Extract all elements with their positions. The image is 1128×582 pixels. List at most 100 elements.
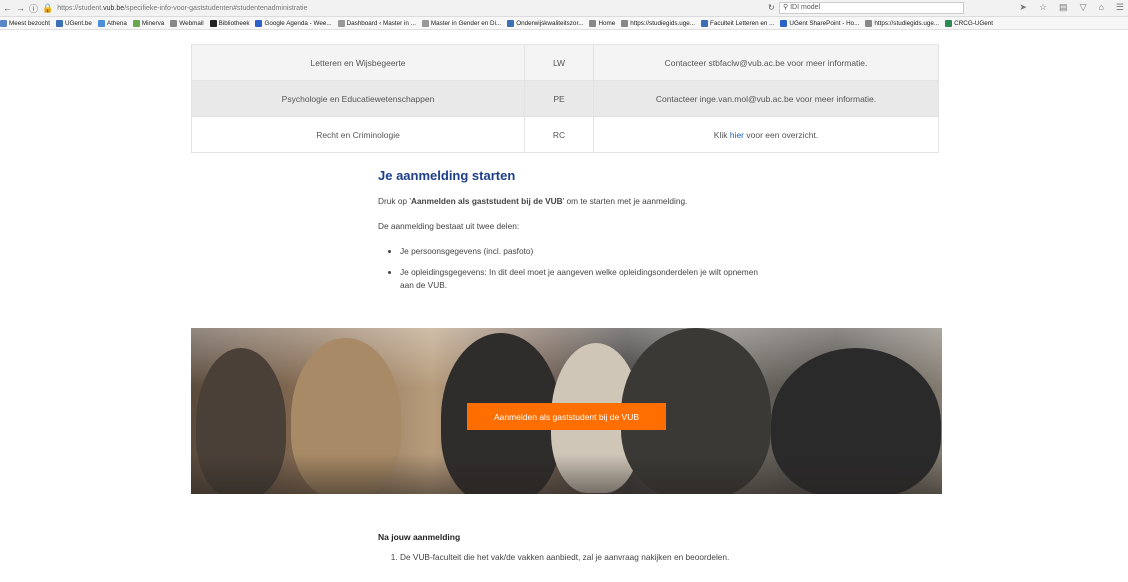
url-field[interactable]: https://student.vub.be/specifieke-info-v… (57, 5, 307, 12)
home-icon[interactable]: ⌂ (1098, 2, 1103, 13)
bookmark-item[interactable]: https://studiegids.uge... (865, 19, 940, 27)
send-icon[interactable]: ➤ (1019, 2, 1027, 13)
bookmark-label: Meest bezocht (9, 19, 50, 27)
browser-toolbar: ← → ⓘ 🔒 https://student.vub.be/specifiek… (0, 0, 1128, 17)
faculty-cell: Psychologie en Educatiewetenschappen (191, 80, 525, 117)
bookmark-item[interactable]: Onderwijskwaliteitszor... (507, 19, 584, 27)
paragraph-text: ' om te starten met je aanmelding. (562, 196, 688, 206)
forward-icon[interactable]: → (16, 3, 25, 13)
search-value: IDI model (790, 4, 821, 11)
bookmarks-bar: Meest bezocht UGent.be Athena Minerva Webmai… (0, 17, 1128, 30)
bookmark-label: https://studiegids.uge... (874, 19, 940, 27)
code-cell: RC (524, 116, 594, 153)
info-cell: Contacteer stbfaclw@vub.ac.be voor meer … (593, 44, 939, 81)
toolbar-tools: ➤ ☆ ▤ ▽ ⌂ ☰ (1019, 2, 1124, 13)
paragraph-bold: Aanmelden als gaststudent bij de VUB (410, 196, 563, 206)
bookmark-item[interactable]: Meest bezocht (0, 19, 50, 27)
table-row: Recht en Criminologie RC Klik hier voor … (191, 116, 939, 153)
bookmark-icon (97, 19, 105, 27)
url-path: /specifieke-info-voor-gaststudenten#stud… (124, 4, 308, 12)
info-text: voor een overzicht. (744, 129, 819, 140)
bookmark-icon (255, 19, 263, 27)
bookmark-label: Dashboard ‹ Master in ... (346, 19, 416, 27)
bookmark-label: Home (598, 19, 616, 27)
bookmark-star-icon[interactable]: ☆ (1039, 2, 1047, 13)
bookmark-icon (421, 19, 429, 27)
bookmark-icon (945, 19, 953, 27)
overview-link[interactable]: hier (730, 130, 744, 140)
bookmark-label: Onderwijskwaliteitszor... (516, 19, 584, 27)
start-section: Je aanmelding starten Druk op 'Aanmelden… (378, 168, 758, 300)
after-heading: Na jouw aanmelding (378, 532, 461, 542)
bookmark-label: Athena (106, 19, 127, 27)
back-icon[interactable]: ← (3, 3, 12, 13)
bookmark-icon (865, 19, 873, 27)
nav-controls: ← → ⓘ 🔒 (3, 2, 57, 15)
library-icon[interactable]: ▤ (1059, 2, 1068, 13)
search-input[interactable]: ⚲ IDI model (779, 2, 964, 14)
bookmark-label: CRCG-UGent (954, 19, 994, 27)
bookmark-item[interactable]: Google Agenda - Wee... (255, 19, 332, 27)
bookmark-icon (55, 19, 63, 27)
bookmark-icon (621, 19, 629, 27)
table-row: Psychologie en Educatiewetenschappen PE … (191, 80, 939, 117)
paragraph-text: Druk op ' (378, 196, 411, 206)
parts-paragraph: De aanmelding bestaat uit twee delen: (378, 221, 520, 231)
faculty-cell: Recht en Criminologie (191, 116, 525, 153)
table-row: Letteren en Wijsbegeerte LW Contacteer s… (191, 44, 939, 81)
bookmark-item[interactable]: UGent SharePoint - Ho... (780, 19, 860, 27)
bookmark-item[interactable]: Home (589, 19, 616, 27)
url-domain: vub.be (103, 4, 125, 12)
bookmark-item[interactable]: CRCG-UGent (945, 19, 994, 27)
bookmark-item[interactable]: UGent.be (55, 19, 92, 27)
url-prefix: https://student. (57, 4, 104, 12)
bookmark-item[interactable]: Athena (97, 19, 127, 27)
menu-icon[interactable]: ☰ (1116, 2, 1124, 13)
bookmark-label: Google Agenda - Wee... (264, 19, 332, 27)
bookmark-label: UGent SharePoint - Ho... (789, 19, 860, 27)
banner-shade (191, 454, 942, 494)
list-item: Je opleidingsgegevens: In dit deel moet … (400, 266, 758, 292)
faculty-cell: Letteren en Wijsbegeerte (191, 44, 525, 81)
bookmark-label: UGent.be (64, 19, 92, 27)
bookmark-item[interactable]: Faculteit Letteren en ... (701, 19, 775, 27)
code-cell: LW (524, 44, 594, 81)
parts-list: Je persoonsgegevens (incl. pasfoto) Je o… (378, 245, 758, 292)
reload-icon[interactable]: ↻ (768, 3, 775, 12)
info-cell: Klik hier voor een overzicht. (593, 116, 939, 153)
bookmark-item[interactable]: Webmail (170, 19, 204, 27)
bookmark-icon (0, 19, 7, 27)
faculty-table: Letteren en Wijsbegeerte LW Contacteer s… (191, 44, 939, 153)
list-item: De VUB-faculteit die het vak/de vakken a… (400, 551, 768, 563)
info-text: Klik (713, 129, 730, 140)
bookmark-icon (170, 19, 178, 27)
pocket-icon[interactable]: ▽ (1080, 2, 1087, 13)
register-guest-student-button[interactable]: Aanmelden als gaststudent bij de VUB (467, 403, 666, 430)
section-heading: Je aanmelding starten (378, 168, 516, 183)
bookmark-item[interactable]: Minerva (132, 19, 165, 27)
bookmark-icon (132, 19, 140, 27)
bookmark-icon (589, 19, 597, 27)
bookmark-icon (209, 19, 217, 27)
search-icon: ⚲ (783, 4, 789, 11)
bookmark-icon (337, 19, 345, 27)
instruction-paragraph: Druk op 'Aanmelden als gaststudent bij d… (378, 195, 758, 207)
bookmark-label: Bibliotheek (218, 19, 250, 27)
bookmark-item[interactable]: Dashboard ‹ Master in ... (337, 19, 416, 27)
bookmark-label: Webmail (179, 19, 204, 27)
bookmark-label: Master in Gender en Di... (430, 19, 502, 27)
bookmark-item[interactable]: Master in Gender en Di... (421, 19, 502, 27)
info-icon[interactable]: ⓘ (29, 2, 38, 15)
bookmark-label: Faculteit Letteren en ... (710, 19, 775, 27)
bookmark-icon (507, 19, 515, 27)
bookmark-item[interactable]: https://studiegids.uge... (621, 19, 695, 27)
bookmark-icon (701, 19, 708, 27)
bookmark-label: Minerva (141, 19, 165, 27)
after-list: De VUB-faculteit die het vak/de vakken a… (378, 551, 768, 563)
bookmark-icon (780, 19, 788, 27)
code-cell: PE (524, 80, 594, 117)
bookmark-item[interactable]: Bibliotheek (209, 19, 250, 27)
info-cell: Contacteer inge.van.mol@vub.ac.be voor m… (593, 80, 939, 117)
lock-icon: 🔒 (42, 2, 54, 13)
bookmark-label: https://studiegids.uge... (630, 19, 695, 27)
